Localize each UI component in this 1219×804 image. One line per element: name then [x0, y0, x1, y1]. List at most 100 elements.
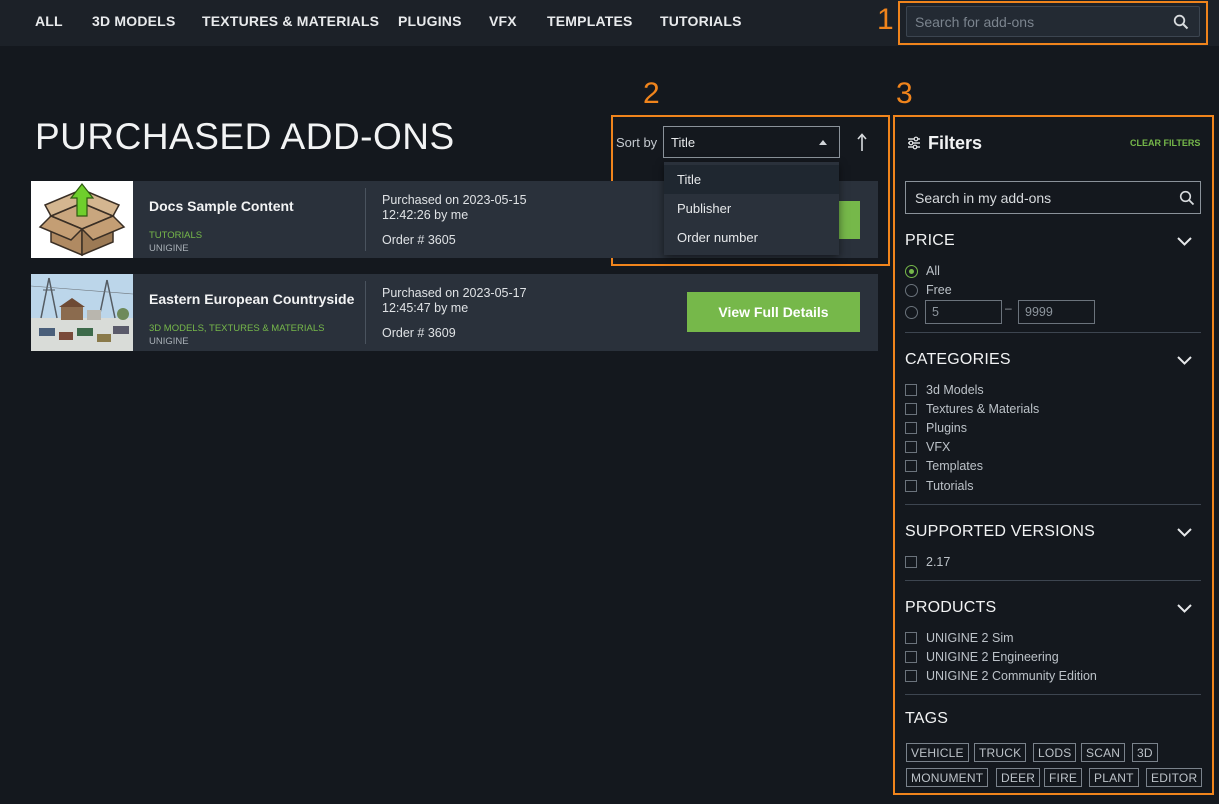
price-option-range[interactable]	[905, 304, 921, 320]
price-max-input[interactable]	[1018, 300, 1095, 324]
category-label: VFX	[926, 440, 951, 454]
purchase-time: 12:42:26 by me	[382, 208, 469, 222]
my-addons-search-input[interactable]	[915, 189, 1165, 207]
tag-3d[interactable]: 3D	[1132, 743, 1158, 762]
version-label: 2.17	[926, 555, 951, 569]
clear-filters-link[interactable]: CLEAR FILTERS	[1130, 138, 1200, 148]
version-2-17[interactable]: 2.17	[905, 554, 1105, 570]
addon-card[interactable]: Eastern European Countryside 3D MODELS, …	[31, 274, 878, 351]
annotation-number-3: 3	[896, 77, 913, 110]
nav-item-tutorials[interactable]: TUTORIALS	[660, 13, 742, 29]
tag-fire[interactable]: FIRE	[1044, 768, 1083, 787]
tag-editor[interactable]: EDITOR	[1146, 768, 1203, 787]
top-nav: ALL 3D MODELS TEXTURES & MATERIALS PLUGI…	[0, 0, 1219, 46]
tags-section-title: TAGS	[905, 710, 949, 727]
price-range-dash: –	[1005, 301, 1012, 315]
nav-item-textures-materials[interactable]: TEXTURES & MATERIALS	[202, 13, 379, 29]
sliders-icon	[908, 136, 920, 150]
section-divider	[905, 332, 1201, 333]
price-option-label: Free	[926, 283, 952, 297]
arrow-up-icon[interactable]	[852, 131, 872, 155]
product-unigine-community[interactable]: UNIGINE 2 Community Edition	[905, 668, 1165, 684]
category-templates[interactable]: Templates	[905, 458, 1105, 474]
filters-title: Filters	[928, 133, 983, 153]
caret-up-icon	[819, 140, 827, 145]
sort-by-label: Sort by	[616, 135, 658, 150]
addon-category: 3D MODELS, TEXTURES & MATERIALS	[149, 323, 324, 334]
checkbox	[905, 403, 917, 415]
price-option-all[interactable]: All	[905, 263, 1025, 279]
category-vfx[interactable]: VFX	[905, 439, 1105, 455]
radio-checked	[905, 265, 918, 278]
category-label: Tutorials	[926, 479, 974, 493]
sort-dropdown-menu: Title Publisher Order number	[664, 162, 839, 255]
category-label: Textures & Materials	[926, 402, 1040, 416]
addon-search-input[interactable]	[915, 12, 1165, 32]
tag-plant[interactable]: PLANT	[1089, 768, 1139, 787]
sort-option-order-number[interactable]: Order number	[664, 223, 839, 252]
category-label: 3d Models	[926, 383, 984, 397]
section-divider	[905, 580, 1201, 581]
product-label: UNIGINE 2 Engineering	[926, 650, 1059, 664]
addon-title[interactable]: Docs Sample Content	[149, 198, 294, 214]
nav-item-vfx[interactable]: VFX	[489, 13, 517, 29]
price-min-input[interactable]	[925, 300, 1002, 324]
addon-category[interactable]: TUTORIALS	[149, 230, 202, 241]
category-tutorials[interactable]: Tutorials	[905, 478, 1105, 494]
tag-lods[interactable]: LODS	[1033, 743, 1077, 762]
search-icon[interactable]	[1173, 14, 1189, 30]
countryside-scene-image	[31, 274, 133, 351]
nav-item-all[interactable]: ALL	[35, 13, 63, 29]
price-section-title: PRICE	[905, 232, 955, 249]
box-upload-icon	[38, 183, 126, 257]
addon-title[interactable]: Eastern European Countryside	[149, 291, 354, 307]
product-label: UNIGINE 2 Sim	[926, 631, 1014, 645]
nav-item-3d-models[interactable]: 3D MODELS	[92, 13, 175, 29]
radio-unchecked	[905, 284, 918, 297]
search-icon[interactable]	[1179, 190, 1195, 206]
sort-select[interactable]: Title	[663, 126, 840, 158]
price-option-free[interactable]: Free	[905, 282, 1025, 298]
nav-item-templates[interactable]: TEMPLATES	[547, 13, 633, 29]
annotation-box-3	[893, 115, 1214, 795]
purchase-date: Purchased on 2023-05-17	[382, 286, 527, 300]
annotation-number-1: 1	[877, 3, 894, 36]
products-section-title: PRODUCTS	[905, 599, 997, 616]
card-divider	[365, 188, 366, 251]
product-unigine-engineering[interactable]: UNIGINE 2 Engineering	[905, 649, 1165, 665]
checkbox	[905, 384, 917, 396]
chevron-down-icon[interactable]	[1176, 236, 1193, 247]
category-plugins[interactable]: Plugins	[905, 420, 1105, 436]
category-link-textures-materials[interactable]: TEXTURES & MATERIALS	[209, 323, 324, 334]
product-unigine-sim[interactable]: UNIGINE 2 Sim	[905, 630, 1165, 646]
section-divider	[905, 504, 1201, 505]
category-label: Plugins	[926, 421, 967, 435]
card-divider	[365, 281, 366, 344]
sort-option-title[interactable]: Title	[664, 165, 839, 194]
chevron-down-icon[interactable]	[1176, 527, 1193, 538]
tag-vehicle[interactable]: VEHICLE	[906, 743, 969, 762]
addon-publisher: UNIGINE	[149, 336, 189, 347]
addon-thumbnail	[31, 274, 133, 351]
category-link-3d-models[interactable]: 3D MODELS	[149, 323, 204, 334]
addon-publisher: UNIGINE	[149, 243, 189, 254]
nav-item-plugins[interactable]: PLUGINS	[398, 13, 462, 29]
chevron-down-icon[interactable]	[1176, 355, 1193, 366]
sort-option-publisher[interactable]: Publisher	[664, 194, 839, 223]
category-3d-models[interactable]: 3d Models	[905, 382, 1105, 398]
my-addons-search-box	[905, 181, 1201, 214]
tag-deer[interactable]: DEER	[996, 768, 1041, 787]
price-option-label: All	[926, 264, 940, 278]
tag-scan[interactable]: SCAN	[1081, 743, 1126, 762]
tag-truck[interactable]: TRUCK	[974, 743, 1027, 762]
page-title: PURCHASED ADD-ONS	[35, 116, 455, 157]
checkbox	[905, 670, 917, 682]
tag-monument[interactable]: MONUMENT	[906, 768, 989, 787]
addon-search-box	[906, 6, 1200, 37]
view-details-button-partial[interactable]	[839, 201, 860, 239]
radio-unchecked	[905, 306, 918, 319]
chevron-down-icon[interactable]	[1176, 603, 1193, 614]
checkbox	[905, 632, 917, 644]
category-textures-materials[interactable]: Textures & Materials	[905, 401, 1105, 417]
view-full-details-button[interactable]: View Full Details	[687, 292, 860, 332]
